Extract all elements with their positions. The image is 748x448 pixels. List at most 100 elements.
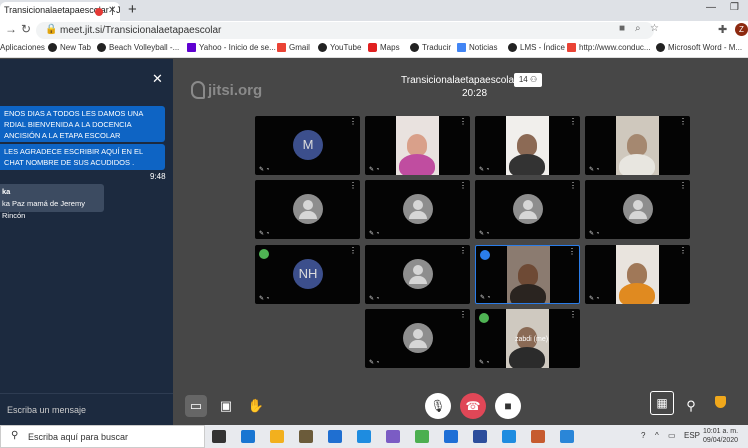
video-feed <box>506 116 549 175</box>
invite-icon[interactable]: ⚲ <box>680 395 702 417</box>
tile-view-icon[interactable]: ▦ <box>650 391 674 415</box>
tile-menu-icon[interactable]: ⋮ <box>459 311 467 319</box>
participant-tile[interactable]: NH ⋮ ✎ ◔ <box>255 245 360 304</box>
bookmark-item[interactable]: Maps <box>368 43 400 52</box>
zoom-icon[interactable]: ⌕ <box>635 23 641 34</box>
help-icon[interactable]: ? <box>641 431 645 440</box>
tile-menu-icon[interactable]: ⋮ <box>679 182 687 190</box>
bookmark-item[interactable]: Aplicaciones <box>0 43 45 52</box>
restore-icon[interactable]: ❐ <box>730 2 739 13</box>
participant-tile[interactable]: ⋮ ✎ ◔ <box>475 245 580 304</box>
browser-toolbar: → ↻ 🔒 meet.jit.si/Transicionalaetapaesco… <box>0 21 748 40</box>
participant-tile[interactable]: ⋮ ✎ ◔ <box>365 309 470 368</box>
participant-count-badge[interactable]: 14 ⚇ <box>514 73 542 87</box>
avatar: M <box>293 130 323 160</box>
globe-icon <box>97 43 106 52</box>
bookmark-item[interactable]: Traducir <box>410 43 451 52</box>
connection-status-icon: ✎ ◔ <box>589 296 600 302</box>
language-indicator[interactable]: ESP <box>684 431 700 440</box>
taskbar-app-icon[interactable] <box>473 430 487 443</box>
participant-tile[interactable]: ⋮ ✎ ◔ <box>475 116 580 175</box>
participant-tile[interactable]: ⋮ ✎ ◔ <box>585 116 690 175</box>
gmail-icon <box>277 43 286 52</box>
screen-share-icon[interactable]: ▣ <box>215 395 237 417</box>
default-avatar-icon <box>293 194 323 224</box>
taskbar-app-icon[interactable] <box>502 430 516 443</box>
participant-tile[interactable]: ⋮ ✎ ◔ <box>365 180 470 239</box>
taskbar-app-icon[interactable] <box>415 430 429 443</box>
shield-icon[interactable] <box>715 396 726 408</box>
participant-tile[interactable]: M ⋮ ✎ ◔ <box>255 116 360 175</box>
tile-menu-icon[interactable]: ⋮ <box>568 248 576 256</box>
bookmark-item[interactable]: Noticias <box>457 43 497 52</box>
network-icon[interactable]: ▭ <box>668 431 676 440</box>
hangup-icon[interactable]: ☎ <box>460 393 486 419</box>
participant-tile[interactable]: ⋮ ✎ ◔ <box>365 245 470 304</box>
connection-status-icon: ✎ ◔ <box>369 360 380 366</box>
taskbar-app-icon[interactable] <box>241 430 255 443</box>
camera-icon[interactable]: ■ <box>495 393 521 419</box>
browser-tab[interactable]: Transicionalaetapaescolar | J ✕ <box>0 2 120 21</box>
bookmark-item[interactable]: YouTube <box>318 43 361 52</box>
taskbar-app-icon[interactable] <box>328 430 342 443</box>
connection-status-icon: ✎ ◔ <box>479 167 490 173</box>
bookmark-item[interactable]: Gmail <box>277 43 310 52</box>
recording-dot-icon <box>95 8 103 16</box>
tile-menu-icon[interactable]: ⋮ <box>679 118 687 126</box>
connection-status-icon: ✎ ◔ <box>369 231 380 237</box>
taskbar-app-icon[interactable] <box>444 430 458 443</box>
reload-icon[interactable]: ↻ <box>21 22 31 36</box>
system-clock[interactable]: 10:01 a. m. 09/04/2020 <box>703 427 738 445</box>
tile-menu-icon[interactable]: ⋮ <box>569 182 577 190</box>
participant-tile[interactable]: ⋮ ✎ ◔ <box>475 180 580 239</box>
participant-tile[interactable]: ⋮ ✎ ◔ <box>255 180 360 239</box>
tile-menu-icon[interactable]: ⋮ <box>459 247 467 255</box>
taskbar-search[interactable]: ⚲ Escriba aquí para buscar <box>0 425 205 448</box>
bookmark-item[interactable]: LMS - Índice <box>508 43 565 52</box>
participant-tile[interactable]: ⋮ ✎ ◔ <box>365 116 470 175</box>
globe-icon <box>508 43 517 52</box>
tile-menu-icon[interactable]: ⋮ <box>569 311 577 319</box>
chat-panel: ✕ ENOS DIAS A TODOS LES DAMOS UNA RDIAL … <box>0 59 173 425</box>
tile-menu-icon[interactable]: ⋮ <box>459 182 467 190</box>
participant-tile[interactable]: ⋮ ✎ ◔ <box>585 245 690 304</box>
bookmark-item[interactable]: Beach Volleyball -... <box>97 43 179 52</box>
taskbar-app-icon[interactable] <box>357 430 371 443</box>
raise-hand-icon[interactable]: ✋ <box>245 395 267 417</box>
tile-menu-icon[interactable]: ⋮ <box>349 118 357 126</box>
chat-bubble-icon[interactable]: ▭ <box>185 395 207 417</box>
chevron-up-icon[interactable]: ^ <box>655 431 659 440</box>
microphone-icon[interactable]: 🎙 <box>425 393 451 419</box>
extensions-icon[interactable]: ✚ <box>718 23 727 36</box>
camera-indicator-icon[interactable]: ■ <box>619 23 625 34</box>
taskbar-app-icon[interactable] <box>212 430 226 443</box>
bookmark-item[interactable]: Microsoft Word - M... <box>656 43 742 52</box>
taskbar-app-icon[interactable] <box>299 430 313 443</box>
address-bar[interactable]: 🔒 meet.jit.si/Transicionalaetapaescolar … <box>36 22 659 39</box>
tile-menu-icon[interactable]: ⋮ <box>569 118 577 126</box>
bookmark-item[interactable]: New Tab <box>48 43 91 52</box>
tab-close-button[interactable]: ✕ <box>108 5 116 16</box>
participant-tile[interactable]: zabdi (me) ⋮ ✎ ◔ <box>475 309 580 368</box>
bookmark-star-icon[interactable]: ☆ <box>650 23 659 34</box>
profile-avatar[interactable]: Z <box>735 23 748 36</box>
tile-menu-icon[interactable]: ⋮ <box>349 247 357 255</box>
bookmark-item[interactable]: Yahoo - Inicio de se... <box>187 43 276 52</box>
chat-close-button[interactable]: ✕ <box>152 71 163 87</box>
taskbar-app-icon[interactable] <box>531 430 545 443</box>
new-tab-button[interactable]: + <box>128 1 137 18</box>
participants-icon: ⚇ <box>529 75 538 84</box>
tile-menu-icon[interactable]: ⋮ <box>459 118 467 126</box>
taskbar-app-icon[interactable] <box>560 430 574 443</box>
taskbar-app-icon[interactable] <box>386 430 400 443</box>
taskbar-app-icon[interactable] <box>270 430 284 443</box>
minimize-icon[interactable]: — <box>706 2 716 13</box>
forward-icon[interactable]: → <box>5 22 17 36</box>
participant-name: zabdi (me) <box>515 336 549 343</box>
participant-tile[interactable]: ⋮ ✎ ◔ <box>585 180 690 239</box>
chat-input[interactable]: Escriba un mensaje <box>7 405 86 415</box>
video-feed <box>396 116 439 175</box>
tile-menu-icon[interactable]: ⋮ <box>679 247 687 255</box>
tile-menu-icon[interactable]: ⋮ <box>349 182 357 190</box>
bookmark-item[interactable]: http://www.conduc... <box>567 43 651 52</box>
